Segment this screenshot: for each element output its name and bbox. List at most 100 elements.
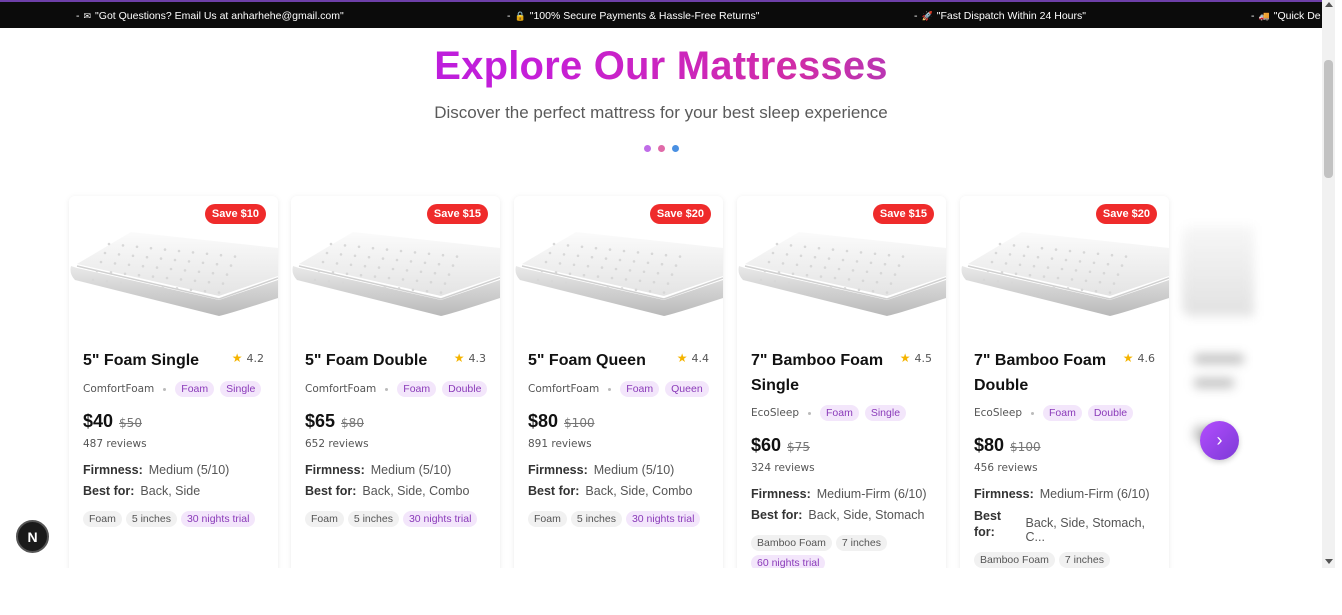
feature-tag: Bamboo Foam	[974, 552, 1055, 568]
bullet: -	[1251, 10, 1255, 22]
scroll-up-arrow-icon[interactable]	[1325, 2, 1333, 7]
announcement-dispatch: - 🚀 "Fast Dispatch Within 24 Hours"	[914, 10, 1086, 22]
announcement-text: "Fast Dispatch Within 24 Hours"	[936, 10, 1086, 22]
brand-name: EcoSleep	[751, 407, 799, 419]
rating-value: 4.4	[691, 351, 710, 365]
price-row: $65 $80	[305, 411, 364, 432]
original-price: $100	[1010, 440, 1041, 454]
review-count: 652 reviews	[305, 438, 369, 450]
review-count: 456 reviews	[974, 462, 1038, 474]
firmness-label: Firmness:	[974, 487, 1034, 501]
announcement-text: "Got Questions? Email Us at anharhehe@gm…	[95, 10, 344, 22]
separator-dot	[163, 387, 167, 391]
firmness-value: Medium (5/10)	[593, 463, 675, 477]
brand-name: ComfortFoam	[528, 383, 600, 395]
announcement-delivery: - 🚚 "Quick De	[1251, 10, 1321, 22]
rating-value: 4.2	[246, 351, 265, 365]
firmness-label: Firmness:	[83, 463, 143, 477]
product-card[interactable]: Save $15 5" Foam Double ★ 4.3 ComfortFoam F…	[291, 196, 500, 568]
feature-tags: Bamboo Foam 7 inches	[974, 552, 1159, 568]
rating: ★ 4.4	[677, 351, 709, 365]
price-row: $60 $75	[751, 435, 810, 456]
brand-name: ComfortFoam	[305, 383, 377, 395]
product-card[interactable]: Save $20 5" Foam Queen ★ 4.4 ComfortFoam Fo…	[514, 196, 723, 568]
best-for-label: Best for:	[305, 484, 357, 498]
feature-tags: Foam 5 inches 30 nights trial	[528, 511, 713, 527]
current-price: $80	[974, 435, 1005, 455]
rating-value: 4.6	[1137, 351, 1156, 365]
nextjs-dev-badge[interactable]: N	[16, 520, 49, 553]
material-pill: Foam	[397, 381, 437, 397]
announcement-bar: - ✉ "Got Questions? Email Us at anharheh…	[0, 0, 1322, 28]
feature-tag: 7 inches	[1058, 552, 1110, 568]
trial-tag: 30 nights trial	[625, 511, 701, 527]
current-price: $65	[305, 411, 336, 431]
feature-tag: Foam	[528, 511, 567, 527]
product-name[interactable]: 5" Foam Single	[83, 348, 228, 373]
best-for-value: Back, Side, Stomach	[808, 508, 925, 522]
rocket-icon: 🚀	[921, 10, 933, 21]
product-name[interactable]: 7" Bamboo Foam Single	[751, 348, 896, 398]
trial-tag: 30 nights trial	[180, 511, 256, 527]
feature-tag: Foam	[83, 511, 122, 527]
carousel-next-button[interactable]: ›	[1200, 421, 1239, 460]
brand-name: EcoSleep	[974, 407, 1022, 419]
firmness-row: Firmness: Medium (5/10)	[305, 463, 451, 477]
best-for-row: Best for: Back, Side, Stomach	[751, 508, 924, 522]
size-pill: Single	[864, 405, 907, 421]
scrollbar-thumb[interactable]	[1324, 60, 1333, 178]
product-card[interactable]: Save $10 5" Foam Single ★ 4.2 ComfortFoam F…	[69, 196, 278, 568]
firmness-label: Firmness:	[305, 463, 365, 477]
firmness-row: Firmness: Medium-Firm (6/10)	[751, 487, 927, 501]
discount-badge: Save $10	[204, 204, 266, 224]
brand-row: ComfortFoam Foam Single	[83, 381, 262, 397]
feature-tag: 5 inches	[125, 511, 177, 527]
envelope-icon: ✉	[83, 10, 92, 21]
brand-row: ComfortFoam Foam Queen	[528, 381, 709, 397]
announcement-text: "Quick De	[1273, 10, 1321, 22]
star-icon: ★	[231, 351, 243, 365]
current-price: $80	[528, 411, 559, 431]
separator-dot	[1031, 411, 1034, 415]
price-row: $80 $100	[528, 411, 595, 432]
dot	[658, 145, 665, 152]
star-icon: ★	[676, 351, 688, 365]
product-name[interactable]: 5" Foam Double	[305, 348, 450, 373]
page-viewport: - ✉ "Got Questions? Email Us at anharheh…	[0, 0, 1322, 568]
feature-tag: 5 inches	[347, 511, 399, 527]
trial-tag: 30 nights trial	[402, 511, 478, 527]
material-pill: Foam	[620, 381, 660, 397]
feature-tag: 7 inches	[835, 535, 887, 551]
firmness-row: Firmness: Medium (5/10)	[83, 463, 229, 477]
current-price: $60	[751, 435, 782, 455]
page-subtitle: Discover the perfect mattress for your b…	[434, 103, 888, 122]
rating: ★ 4.5	[900, 351, 932, 365]
material-pill: Foam	[175, 381, 215, 397]
original-price: $80	[341, 416, 364, 430]
brand-row: EcoSleep Foam Double	[974, 405, 1134, 421]
material-pill: Foam	[1043, 405, 1082, 421]
best-for-value: Back, Side, Combo	[585, 484, 693, 498]
announcement-secure: - 🔒 "100% Secure Payments & Hassle-Free …	[507, 10, 760, 22]
material-pill: Foam	[820, 405, 859, 421]
firmness-row: Firmness: Medium (5/10)	[528, 463, 674, 477]
next-product-card-partial[interactable]	[1182, 196, 1254, 568]
star-icon: ★	[1122, 351, 1134, 365]
feature-tag: Bamboo Foam	[751, 535, 832, 551]
dot	[672, 145, 679, 152]
product-card[interactable]: Save $20 7" Bamboo Foam Double ★ 4.6 EcoSle…	[960, 196, 1169, 568]
rating: ★ 4.2	[232, 351, 264, 365]
firmness-value: Medium-Firm (6/10)	[816, 487, 927, 501]
bullet: -	[507, 10, 511, 22]
best-for-label: Best for:	[751, 508, 803, 522]
page-scrollbar[interactable]	[1322, 0, 1335, 568]
product-card[interactable]: Save $15 7" Bamboo Foam Single ★ 4.5 EcoSle…	[737, 196, 946, 568]
product-name[interactable]: 5" Foam Queen	[528, 348, 673, 373]
separator-dot	[385, 387, 389, 391]
firmness-label: Firmness:	[528, 463, 588, 477]
announcement-text: "100% Secure Payments & Hassle-Free Retu…	[529, 10, 760, 22]
scroll-down-arrow-icon[interactable]	[1325, 559, 1333, 564]
firmness-value: Medium (5/10)	[370, 463, 452, 477]
best-for-value: Back, Side, Stomach, C...	[1025, 516, 1146, 544]
product-name[interactable]: 7" Bamboo Foam Double	[974, 348, 1119, 398]
